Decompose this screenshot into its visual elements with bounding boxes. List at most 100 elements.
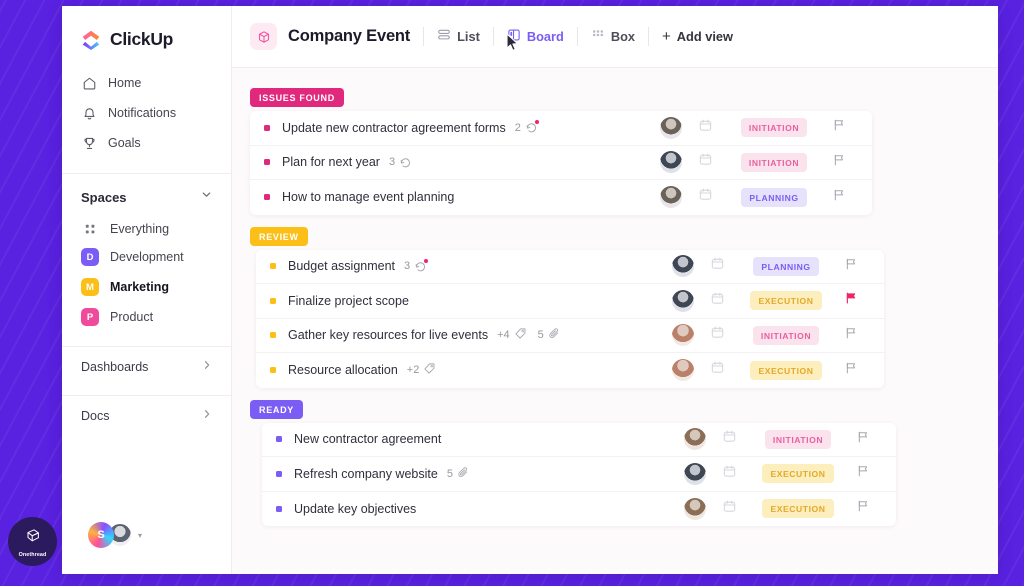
subtask-count-value: 3: [404, 260, 411, 273]
task-row[interactable]: Gather key resources for live events +4 5 I…: [256, 319, 884, 353]
task-row[interactable]: Budget assignment 3 PLANNING: [256, 250, 884, 284]
task-row[interactable]: Refresh company website 5 EXECUTION: [262, 457, 896, 492]
sidebar-item-goals[interactable]: Goals: [62, 128, 231, 158]
task-due-date[interactable]: [694, 325, 740, 345]
sidebar-footer[interactable]: S ▾: [62, 522, 231, 574]
assignee-avatar[interactable]: [672, 255, 694, 278]
task-due-date[interactable]: [694, 360, 740, 380]
task-priority-flag[interactable]: [820, 118, 858, 137]
task-row[interactable]: Update key objectives EXECUTION: [262, 492, 896, 527]
task-status-cell[interactable]: INITIATION: [740, 325, 832, 345]
task-due-date[interactable]: [694, 256, 740, 276]
task-due-date[interactable]: [694, 291, 740, 311]
task-status-dot: [270, 263, 276, 270]
task-status-cell[interactable]: INITIATION: [728, 118, 820, 138]
task-status-cell[interactable]: PLANNING: [740, 256, 832, 276]
sidebar-item-docs[interactable]: Docs: [62, 396, 231, 435]
task-due-date[interactable]: [682, 118, 728, 138]
assignee-avatar[interactable]: [684, 462, 706, 485]
board-group: ISSUES FOUND Update new contractor agreem…: [250, 88, 998, 215]
task-due-date[interactable]: [706, 464, 752, 484]
flag-outline-icon: [856, 464, 870, 483]
task-due-date[interactable]: [706, 499, 752, 519]
workspace-avatar[interactable]: S: [88, 522, 114, 548]
tab-board[interactable]: Board: [507, 28, 564, 45]
caret-down-icon[interactable]: ▾: [138, 531, 142, 540]
task-priority-flag[interactable]: [820, 153, 858, 172]
subtask-icon: [399, 156, 412, 169]
status-badge[interactable]: PLANNING: [741, 187, 807, 207]
subtask-icon: [414, 258, 429, 273]
task-due-date[interactable]: [682, 187, 728, 207]
status-badge[interactable]: INITIATION: [740, 152, 808, 172]
sidebar-item-label: Dashboards: [81, 359, 149, 374]
task-priority-flag[interactable]: [832, 291, 870, 310]
sidebar-item-development[interactable]: D Development: [62, 242, 231, 272]
status-badge[interactable]: EXECUTION: [762, 464, 834, 484]
task-status-cell[interactable]: PLANNING: [728, 187, 820, 207]
assignee-avatar[interactable]: [660, 116, 682, 139]
sidebar-item-marketing[interactable]: M Marketing: [62, 272, 231, 302]
assignee-avatar[interactable]: [660, 186, 682, 209]
brand[interactable]: ClickUp: [62, 6, 231, 68]
task-due-date[interactable]: [682, 152, 728, 172]
status-badge[interactable]: EXECUTION: [750, 291, 822, 311]
chevron-down-icon[interactable]: [200, 188, 213, 206]
page-title: Company Event: [288, 27, 411, 45]
sidebar-item-product[interactable]: P Product: [62, 302, 231, 332]
task-status-cell[interactable]: EXECUTION: [752, 464, 844, 484]
status-badge[interactable]: INITIATION: [752, 325, 820, 345]
task-priority-flag[interactable]: [832, 326, 870, 345]
task-attachment-count: 5: [538, 327, 561, 343]
task-status-cell[interactable]: EXECUTION: [740, 291, 832, 311]
task-name: How to manage event planning: [282, 190, 455, 205]
tab-list[interactable]: List: [437, 28, 480, 45]
sidebar-item-home[interactable]: Home: [62, 68, 231, 98]
task-status-cell[interactable]: EXECUTION: [752, 499, 844, 519]
task-status-cell[interactable]: INITIATION: [752, 429, 844, 449]
status-badge[interactable]: EXECUTION: [750, 360, 822, 380]
group-status-badge[interactable]: REVIEW: [250, 226, 308, 246]
assignee-avatar[interactable]: [684, 428, 706, 451]
task-subtask-count: 3: [404, 258, 429, 273]
task-row[interactable]: Finalize project scope EXECUTION: [256, 284, 884, 319]
task-priority-flag[interactable]: [832, 361, 870, 380]
spaces-header[interactable]: Spaces: [62, 174, 231, 216]
task-due-date[interactable]: [706, 429, 752, 449]
watermark-label: Onethread: [18, 551, 47, 558]
task-status-cell[interactable]: INITIATION: [728, 152, 820, 172]
sidebar-item-everything[interactable]: Everything: [62, 216, 231, 242]
flag-outline-icon: [844, 257, 858, 276]
task-priority-flag[interactable]: [844, 499, 882, 518]
assignee-avatar[interactable]: [684, 497, 706, 520]
status-badge[interactable]: PLANNING: [753, 256, 819, 276]
add-view-button[interactable]: + Add view: [662, 29, 733, 44]
task-tag-count: +2: [407, 362, 437, 378]
task-priority-flag[interactable]: [844, 430, 882, 449]
assignee-avatar[interactable]: [672, 359, 694, 382]
task-row[interactable]: Resource allocation +2 EXECUTION: [256, 353, 884, 388]
onethread-logo-icon: [23, 526, 43, 551]
task-row[interactable]: New contractor agreement INITIATION: [262, 423, 896, 457]
group-status-badge[interactable]: ISSUES FOUND: [250, 88, 344, 107]
group-task-card: New contractor agreement INITIATION Refres…: [262, 422, 896, 527]
task-priority-flag[interactable]: [832, 257, 870, 276]
task-priority-flag[interactable]: [844, 464, 882, 483]
space-label: Product: [110, 310, 154, 324]
task-row[interactable]: How to manage event planning PLANNING: [250, 180, 872, 215]
status-badge[interactable]: EXECUTION: [762, 499, 834, 519]
task-row[interactable]: Plan for next year 3 INITIATION: [250, 146, 872, 180]
assignee-avatar[interactable]: [660, 151, 682, 174]
task-status-cell[interactable]: EXECUTION: [740, 360, 832, 380]
group-status-badge[interactable]: READY: [250, 399, 304, 419]
sidebar-item-notifications[interactable]: Notifications: [62, 98, 231, 128]
assignee-avatar[interactable]: [672, 324, 694, 347]
tab-box[interactable]: Box: [591, 28, 635, 45]
status-badge[interactable]: INITIATION: [764, 429, 832, 449]
task-row[interactable]: Update new contractor agreement forms 2 IN…: [250, 111, 872, 146]
status-badge[interactable]: INITIATION: [740, 118, 808, 138]
task-priority-flag[interactable]: [820, 188, 858, 207]
assignee-avatar[interactable]: [672, 289, 694, 312]
sidebar-item-dashboards[interactable]: Dashboards: [62, 347, 231, 386]
task-name: Refresh company website: [294, 466, 438, 481]
